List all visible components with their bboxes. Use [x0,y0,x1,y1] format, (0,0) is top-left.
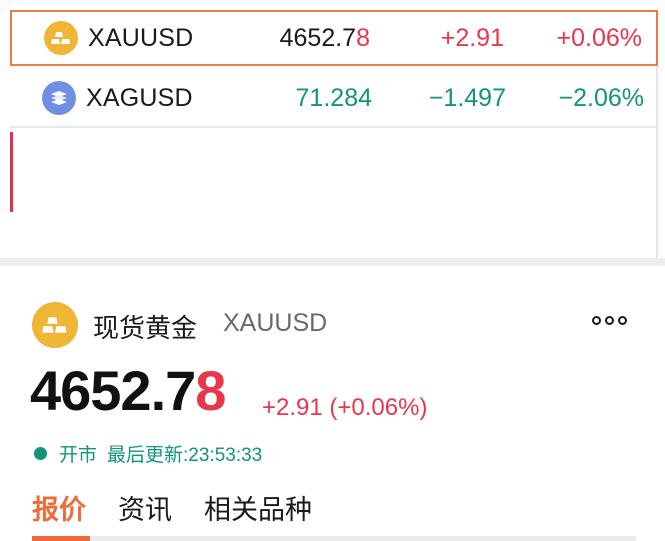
quote-page: XAUUSD 4652.78 +2.91 +0.06% XAGUSD 71.28… [0,0,665,541]
detail-tabs: 报价 资讯 相关品种 [32,488,344,527]
section-divider [0,258,665,266]
symbol-label: XAUUSD [88,23,194,52]
symbol-label: XAGUSD [86,83,193,112]
side-marker [10,132,13,212]
watchlist: XAUUSD 4652.78 +2.91 +0.06% XAGUSD 71.28… [10,10,658,258]
current-price: 4652.78 [30,359,226,422]
percent-value: +0.06% [556,23,643,52]
tab-related[interactable]: 相关品种 [204,488,312,527]
active-tab-indicator [32,536,90,541]
watchlist-row-xagusd[interactable]: XAGUSD 71.284 −1.497 −2.06% [10,70,658,128]
tab-news[interactable]: 资讯 [118,488,172,527]
percent-value: −2.06% [558,83,645,112]
instrument-name: 现货黄金 [93,313,198,343]
instrument-symbol: XAUUSD [223,309,328,337]
tab-track [32,536,636,541]
last-update: 最后更新:23:53:33 [107,445,263,466]
gold-bar-icon [32,302,78,348]
price-value: 4652.78 [279,23,370,52]
more-options-icon[interactable] [592,316,627,325]
silver-bar-icon [42,81,76,115]
market-status: 开市 最后更新:23:53:33 [34,440,262,467]
change-value: +2.91 [440,23,504,52]
price-value: 71.284 [295,83,372,112]
watchlist-row-xauusd[interactable]: XAUUSD 4652.78 +2.91 +0.06% [10,10,658,66]
tab-quote[interactable]: 报价 [32,488,86,527]
status-dot-icon [34,447,47,460]
quote-detail: 现货黄金 XAUUSD 4652.78 +2.91 (+0.06%) 开市 最后… [0,266,665,541]
status-label: 开市 [59,445,98,466]
gold-bar-icon [44,21,78,55]
change-value: −1.497 [428,83,506,112]
price-change: +2.91 (+0.06%) [262,394,428,421]
